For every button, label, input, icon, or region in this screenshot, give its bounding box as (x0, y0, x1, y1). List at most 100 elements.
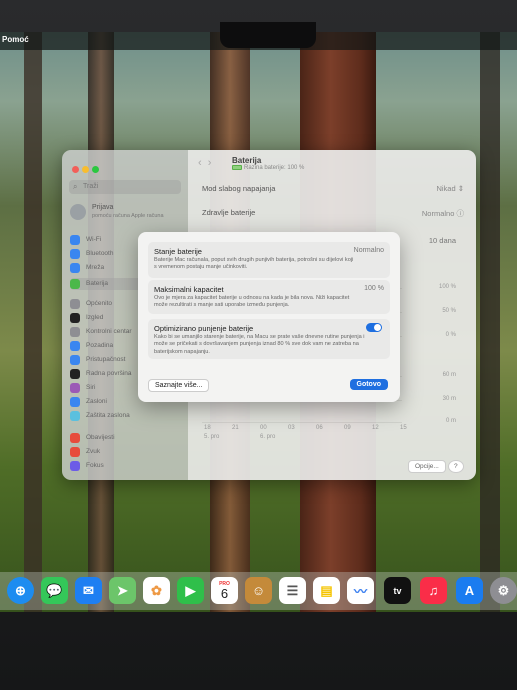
sidebar-item-zaštita-zaslona[interactable]: Zaštita zaslona (70, 410, 182, 422)
wallpaper-tree (480, 32, 500, 612)
condition-title: Stanje baterije (154, 247, 202, 256)
window-controls (72, 160, 102, 178)
safari-icon[interactable]: ⊕ (7, 577, 34, 604)
sidebar-item-fokus[interactable]: Fokus (70, 460, 182, 472)
sidebar-item-icon (70, 355, 80, 365)
sidebar-item-label: Zvuk (86, 448, 101, 455)
system-settings-icon[interactable]: ⚙ (490, 577, 517, 604)
optimized-charging-toggle[interactable] (366, 323, 382, 332)
condition-value: Normalno (353, 247, 384, 254)
music-icon[interactable]: ♫ (420, 577, 447, 604)
sidebar-item-label: Mreža (86, 264, 105, 271)
date-label: 6. pro (260, 434, 276, 440)
sidebar-item-icon (70, 249, 80, 259)
apple-account-signin[interactable]: Prijava pomoću računa Apple računa (70, 202, 182, 224)
options-button[interactable]: Opcije... (408, 460, 446, 473)
calendar-icon[interactable]: PRO 6 (211, 577, 238, 604)
sidebar-item-label: Zasloni (86, 398, 107, 405)
sidebar-item-icon (70, 369, 80, 379)
x-axis-label: 06 (316, 425, 323, 431)
wallpaper-tree (24, 32, 42, 612)
sidebar-item-label: Općenito (86, 300, 113, 307)
low-power-select[interactable]: Nikad ⇕ (436, 184, 464, 193)
capacity-title: Maksimalni kapacitet (154, 285, 224, 294)
sidebar-item-icon (70, 397, 80, 407)
pane-header: ‹ › Baterija Razina baterije: 100 % (188, 150, 476, 176)
battery-health-value[interactable]: Normalno ⓘ (422, 208, 464, 219)
sidebar-item-label: Obavijesti (86, 434, 115, 441)
y-axis-label: 30 m (442, 396, 456, 402)
capacity-description: Ovo je mjera za kapacitet baterije u odn… (154, 295, 350, 309)
sidebar-item-icon (70, 313, 80, 323)
signin-sublabel: pomoću računa Apple računa (92, 213, 164, 219)
sidebar-item-icon (70, 433, 80, 443)
learn-more-button[interactable]: Saznajte više... (148, 379, 210, 392)
search-placeholder: Traži (83, 183, 99, 190)
sidebar-item-label: Izgled (86, 314, 104, 321)
sidebar-search-input[interactable]: ⌕ Traži (69, 180, 181, 194)
facetime-icon[interactable]: ▶ (177, 577, 204, 604)
battery-health-row: Zdravlje baterije Normalno ⓘ (202, 208, 464, 219)
sidebar-item-obavijesti[interactable]: Obavijesti (70, 432, 182, 444)
low-power-mode-row[interactable]: Mod slabog napajanja Nikad ⇕ (202, 184, 464, 193)
close-window-button[interactable] (72, 166, 79, 173)
battery-icon (232, 165, 242, 170)
sidebar-item-label: Siri (86, 384, 96, 391)
sidebar-item-label: Baterija (86, 280, 109, 287)
sidebar-item-icon (70, 327, 80, 337)
sidebar-item-icon (70, 235, 80, 245)
x-axis-label: 09 (344, 425, 351, 431)
help-button[interactable]: ? (448, 460, 464, 473)
battery-health-dialog: Stanje baterije Normalno Baterije Mac ra… (138, 232, 400, 402)
notes-icon[interactable]: ▤ (313, 577, 340, 604)
sidebar-item-icon (70, 461, 80, 471)
sidebar-item-label: Bluetooth (86, 250, 114, 257)
apple-tv-icon[interactable]: tv (384, 577, 411, 604)
freeform-icon[interactable]: 〰 (347, 577, 374, 604)
sidebar-item-label: Radna površina (86, 370, 132, 377)
y-axis-label: 100 % (438, 284, 456, 290)
x-axis-label: 21 (232, 425, 239, 431)
sidebar-item-label: Fokus (86, 462, 104, 469)
x-axis-label: 00 (260, 425, 267, 431)
sidebar-item-icon (70, 383, 80, 393)
y-axis-label: 60 m (442, 372, 456, 378)
x-axis-label: 12 (372, 425, 379, 431)
optimized-description: Kako bi se umanjilo starenje baterije, n… (154, 334, 365, 355)
sidebar-item-icon (70, 341, 80, 351)
minimize-window-button[interactable] (82, 166, 89, 173)
mail-icon[interactable]: ✉ (75, 577, 102, 604)
sidebar-item-label: Wi-Fi (86, 236, 102, 243)
messages-icon[interactable]: 💬 (41, 577, 68, 604)
search-icon: ⌕ (73, 182, 78, 191)
battery-health-label: Zdravlje baterije (202, 208, 256, 217)
x-axis-label: 15 (400, 425, 407, 431)
low-power-label: Mod slabog napajanja (202, 184, 276, 193)
camera-notch (220, 22, 316, 48)
sidebar-item-icon (70, 447, 80, 457)
done-button[interactable]: Gotovo (349, 379, 388, 390)
battery-level-subtitle: Razina baterije: 100 % (232, 165, 304, 171)
sidebar-item-icon (70, 279, 80, 289)
range-10-days-tab[interactable]: 10 dana (429, 236, 456, 245)
sidebar-item-label: Zaštita zaslona (86, 412, 130, 419)
app-store-icon[interactable]: A (456, 577, 483, 604)
calendar-day: 6 (220, 585, 229, 601)
photos-icon[interactable]: ✿ (143, 577, 170, 604)
back-forward-arrows[interactable]: ‹ › (198, 157, 211, 169)
maps-icon[interactable]: ➤ (109, 577, 136, 604)
y-axis-label: 0 m (445, 418, 456, 424)
signin-label: Prijava (92, 204, 114, 211)
sidebar-item-zvuk[interactable]: Zvuk (70, 446, 182, 458)
sidebar-item-label: Pristupačnost (86, 356, 126, 363)
reminders-icon[interactable]: ☰ (279, 577, 306, 604)
contacts-icon[interactable]: ☺ (245, 577, 272, 604)
battery-condition-card: Stanje baterije Normalno Baterije Mac ra… (148, 242, 390, 278)
x-axis-label: 03 (288, 425, 295, 431)
condition-description: Baterije Mac računala, poput svih drugih… (154, 257, 354, 271)
optimized-title: Optimizirano punjenje baterije (154, 324, 254, 333)
menu-help[interactable]: Pomoć (2, 35, 29, 44)
sidebar-item-icon (70, 299, 80, 309)
zoom-window-button[interactable] (92, 166, 99, 173)
y-axis-label: 50 % (442, 308, 456, 314)
